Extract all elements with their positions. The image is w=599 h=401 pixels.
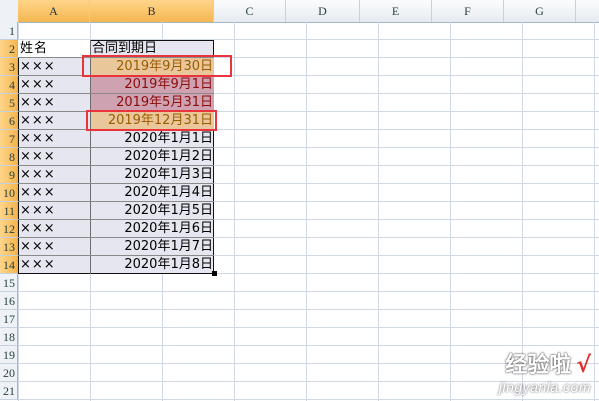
row-header-10[interactable]: 10 [0, 184, 18, 202]
name-cell[interactable]: ××× [18, 112, 90, 130]
row-header-19[interactable]: 19 [0, 346, 18, 364]
table-row-divider [18, 237, 214, 238]
column-header-e[interactable]: E [360, 0, 432, 22]
check-icon: √ [576, 353, 591, 378]
row-header-6[interactable]: 6 [0, 112, 18, 130]
name-cell[interactable]: ××× [18, 256, 90, 274]
date-cell[interactable]: 2020年1月2日 [90, 148, 214, 166]
annotation-box-row-6 [86, 110, 217, 131]
column-header-f[interactable]: F [432, 0, 504, 22]
date-cell[interactable]: 2020年1月5日 [90, 202, 214, 220]
row-header-20[interactable]: 20 [0, 364, 18, 382]
date-cell[interactable]: 2019年9月1日 [90, 76, 214, 94]
table-row-divider [18, 147, 214, 148]
row-header-16[interactable]: 16 [0, 292, 18, 310]
column-header-b[interactable]: B [90, 0, 214, 22]
select-all-corner[interactable] [0, 0, 19, 22]
date-cell[interactable]: 2020年1月4日 [90, 184, 214, 202]
date-cell[interactable]: 2020年1月3日 [90, 166, 214, 184]
watermark-url: jingyanla.com [498, 379, 591, 395]
row-header-15[interactable]: 15 [0, 274, 18, 292]
row-header-17[interactable]: 17 [0, 310, 18, 328]
name-cell[interactable]: ××× [18, 76, 90, 94]
row-header-1[interactable]: 1 [0, 22, 18, 40]
row-header-21[interactable]: 21 [0, 382, 18, 400]
watermark: 经验啦 √ jingyanla.com [499, 347, 591, 395]
column-header-g[interactable]: G [504, 0, 576, 22]
row-header-9[interactable]: 9 [0, 166, 18, 184]
table-row-divider [18, 255, 214, 256]
row-header-14[interactable]: 14 [0, 256, 18, 274]
date-cell[interactable]: 2020年1月7日 [90, 238, 214, 256]
row-header-3[interactable]: 3 [0, 58, 18, 76]
date-cell[interactable]: 2020年1月1日 [90, 130, 214, 148]
column-header-d[interactable]: D [286, 0, 360, 22]
row-header-18[interactable]: 18 [0, 328, 18, 346]
annotation-box-row-3 [82, 55, 232, 77]
date-cell[interactable]: 2020年1月6日 [90, 220, 214, 238]
row-header-7[interactable]: 7 [0, 130, 18, 148]
row-header-2[interactable]: 2 [0, 40, 18, 58]
name-cell[interactable]: ××× [18, 94, 90, 112]
column-header-c[interactable]: C [214, 0, 286, 22]
watermark-title: 经验啦 [505, 353, 572, 378]
name-cell[interactable]: ××× [18, 184, 90, 202]
row-header-8[interactable]: 8 [0, 148, 18, 166]
column-header-a[interactable]: A [18, 0, 90, 22]
row-header-11[interactable]: 11 [0, 202, 18, 220]
column-header-bar: A B C D E F G [0, 0, 599, 23]
row-header-5[interactable]: 5 [0, 94, 18, 112]
name-cell[interactable]: ××× [18, 202, 90, 220]
row-header-12[interactable]: 12 [0, 220, 18, 238]
header-cell-name[interactable]: 姓名 [18, 40, 90, 58]
name-cell[interactable]: ××× [18, 238, 90, 256]
table-row-divider [18, 219, 214, 220]
name-cell[interactable]: ××× [18, 130, 90, 148]
fill-handle[interactable] [212, 271, 217, 276]
row-header-13[interactable]: 13 [0, 238, 18, 256]
name-cell[interactable]: ××× [18, 166, 90, 184]
name-cell[interactable]: ××× [18, 148, 90, 166]
name-cell[interactable]: ××× [18, 220, 90, 238]
date-cell[interactable]: 2020年1月8日 [90, 256, 214, 274]
row-header-4[interactable]: 4 [0, 76, 18, 94]
name-cell[interactable]: ××× [18, 58, 90, 76]
table-row-divider [18, 93, 214, 94]
table-row-divider [18, 201, 214, 202]
table-row-divider [18, 183, 214, 184]
table-row-divider [18, 165, 214, 166]
